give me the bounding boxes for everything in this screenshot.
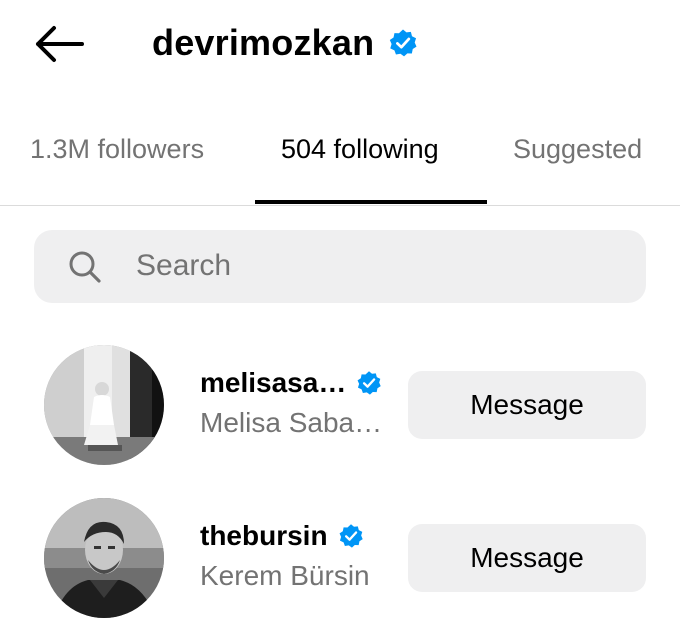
top-bar: devrimozkan <box>0 0 680 90</box>
back-button[interactable] <box>30 22 90 66</box>
avatar[interactable] <box>44 498 164 618</box>
search-bar[interactable] <box>34 230 646 303</box>
verified-badge-icon <box>390 29 417 57</box>
verified-badge-icon <box>339 524 363 548</box>
search-input[interactable] <box>136 244 616 288</box>
follow-tabs: 1.3M followers 504 following Suggested <box>0 120 680 206</box>
page-title: devrimozkan <box>152 22 375 63</box>
profile-photo <box>44 498 164 618</box>
message-button[interactable]: Message <box>408 371 646 439</box>
list-item: melisasa… Melisa Saba… Message <box>0 345 680 465</box>
active-tab-indicator <box>255 200 487 204</box>
tab-following[interactable]: 504 following <box>281 134 439 165</box>
list-item: thebursin Kerem Bürsin Message <box>0 498 680 618</box>
username-text: melisasa… <box>200 367 347 398</box>
avatar[interactable] <box>44 345 164 465</box>
profile-photo <box>44 345 164 465</box>
search-icon <box>69 251 101 283</box>
tab-followers[interactable]: 1.3M followers <box>30 134 204 165</box>
verified-badge-icon <box>357 371 382 395</box>
message-button[interactable]: Message <box>408 524 646 592</box>
username-text: thebursin <box>200 520 328 551</box>
account-full-name: Melisa Saba… <box>200 407 383 438</box>
profile-title: devrimozkan <box>152 18 418 68</box>
account-username[interactable]: melisasa… <box>200 367 382 399</box>
account-username[interactable]: thebursin <box>200 520 364 552</box>
account-full-name: Kerem Bürsin <box>200 560 370 591</box>
tab-suggested[interactable]: Suggested <box>513 134 642 165</box>
arrow-left-icon <box>36 26 84 62</box>
